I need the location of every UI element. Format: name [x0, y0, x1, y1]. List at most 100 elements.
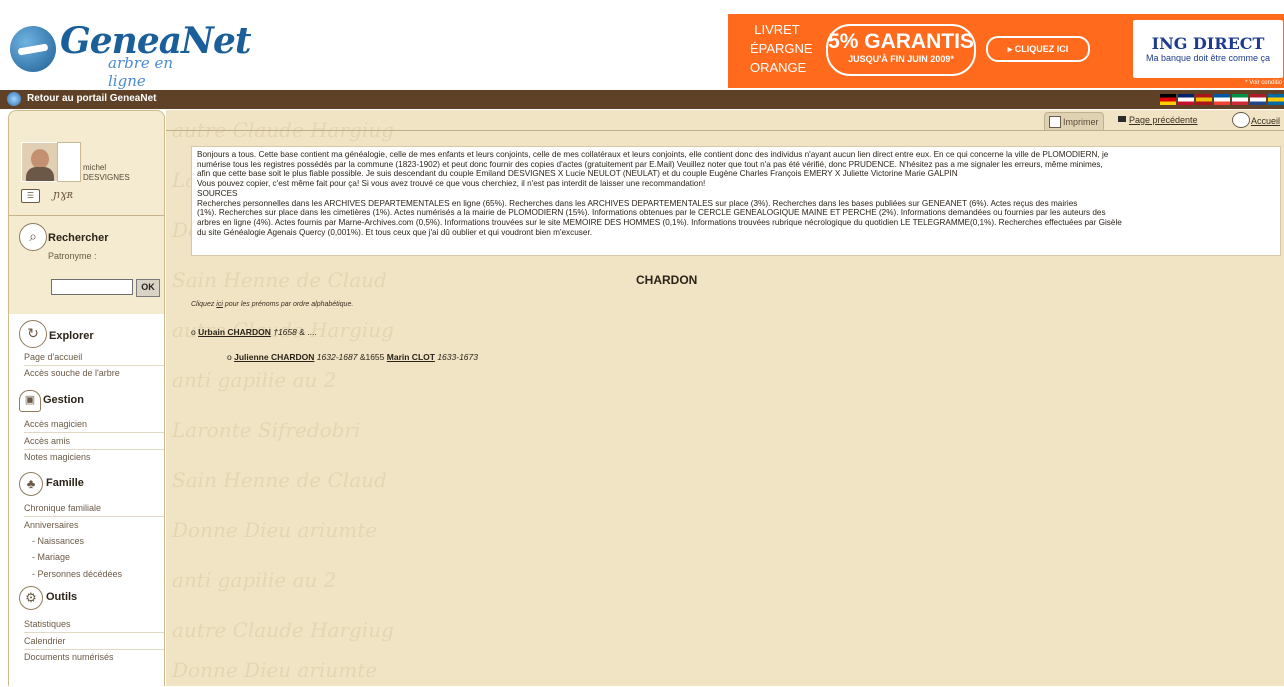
bg-script-8: Sain Henne de Claud [172, 468, 387, 492]
avatar[interactable] [21, 142, 58, 182]
french-flag-icon[interactable] [1214, 94, 1230, 105]
print-label: Imprimer [1063, 117, 1099, 127]
bg-script-10: anti gapilie au 2 [172, 568, 337, 592]
bg-script-11: autre Claude Hargiug [172, 618, 394, 642]
back-arrow-icon [1118, 116, 1126, 122]
person-marin-clot[interactable]: Marin CLOT [387, 352, 435, 362]
intro-line: Bonjours a tous. Cette base contient ma … [197, 150, 1109, 159]
ad-rate-sub: JUSQU'À FIN JUIN 2009* [848, 54, 954, 64]
nav-personnes-decedees[interactable]: - Personnes décédées [32, 566, 172, 582]
alphabetical-hint: Cliquez ici pour les prénoms par ordre a… [191, 301, 353, 308]
home-link[interactable]: Accueil [1251, 116, 1280, 126]
patronym-input[interactable] [51, 279, 133, 295]
owner-name: michel DESVIGNES [83, 163, 130, 183]
nav-acces-magicien[interactable]: Accès magicien [24, 416, 164, 433]
bg-script-7: Laronte Sifredobri [172, 418, 361, 442]
nav-anniversaires[interactable]: Anniversaires [24, 517, 164, 533]
person-julienne-chardon[interactable]: Julienne CHARDON [234, 352, 314, 362]
person-urbain-chardon[interactable]: Urbain CHARDON [198, 327, 271, 337]
german-flag-icon[interactable] [1160, 94, 1176, 105]
tab-divider [166, 130, 1284, 131]
geneanet-logo[interactable]: GeneaNet arbre en ligne [8, 10, 251, 90]
surname-title: CHARDON [636, 273, 698, 287]
ad-rate-bubble: 5% GARANTIS JUSQU'À FIN JUIN 2009* [826, 24, 976, 76]
intro-line: Recherches personnelles dans les ARCHIVE… [197, 198, 1078, 208]
avatar-body [26, 167, 54, 181]
family-tree-icon: ♣ [19, 472, 43, 496]
lock-icon: ▣ [19, 390, 41, 412]
ad-rate: 5% GARANTIS [828, 30, 974, 53]
spanish-flag-icon[interactable] [1196, 94, 1212, 105]
previous-page-link[interactable]: Page précédente [1129, 115, 1198, 125]
intro-line: afin que cette base soit le plus fiable … [197, 169, 958, 179]
print-tab[interactable]: Imprimer [1044, 112, 1104, 130]
marriage-info: & .... [299, 327, 317, 337]
ad-product: LIVRET ÉPARGNE ORANGE [750, 20, 813, 77]
english-flag-icon[interactable] [1178, 94, 1194, 105]
ad-bank-logo: ING DIRECT Ma banque doit être comme ça [1133, 20, 1283, 78]
explore-title: Explorer [49, 330, 94, 342]
intro-line: Vous pouvez copier, c'est même fait pour… [197, 179, 706, 189]
logo-tagline: arbre en ligne [108, 54, 174, 90]
owner-last-name: DESVIGNES [83, 173, 130, 182]
printer-icon [1049, 116, 1061, 128]
dutch-flag-icon[interactable] [1250, 94, 1266, 105]
ok-button[interactable]: OK [136, 279, 160, 297]
intro-line: arbres en ligne (4%). Actes fournis par … [197, 217, 1122, 227]
person-dates: †1658 [273, 327, 297, 337]
tree-bullet: o [191, 327, 196, 337]
italian-flag-icon[interactable] [1232, 94, 1248, 105]
top-nav-bar: Retour au portail GeneaNet [0, 90, 1284, 109]
signature-icon[interactable]: ɲɣʀ [53, 188, 73, 201]
globe-icon [7, 92, 21, 106]
nav-calendrier[interactable]: Calendrier [24, 633, 164, 650]
bg-script-9: Donne Dieu ariumte [172, 518, 378, 542]
outils-title: Outils [46, 591, 78, 603]
hint-pre: Cliquez [191, 301, 217, 308]
tree-entry-1: o Urbain CHARDON †1658 & .... [191, 327, 317, 337]
nav-souche[interactable]: Accès souche de l'arbre [24, 365, 164, 381]
search-title: Rechercher [48, 232, 109, 244]
ad-line-3: ORANGE [750, 60, 807, 75]
ad-cta-button[interactable]: ▸ CLIQUEZ ICI [986, 36, 1090, 62]
alphabetical-link[interactable]: ici [216, 301, 223, 308]
ad-line-1: LIVRET [754, 22, 800, 37]
bg-script-12: Donne Dieu ariumte [172, 658, 378, 682]
hint-post: pour les prénoms par ordre alphabétique. [222, 301, 354, 308]
swedish-flag-icon[interactable] [1268, 94, 1284, 105]
ad-cta-label: CLIQUEZ ICI [1014, 44, 1069, 54]
nav-statistiques[interactable]: Statistiques [24, 616, 164, 633]
tree-bullet: o [227, 352, 232, 362]
page-header: GeneaNet arbre en ligne LIVRET ÉPARGNE O… [0, 0, 1284, 90]
avatar-frame [57, 142, 81, 182]
ad-line-2: ÉPARGNE [750, 41, 813, 56]
owner-first-name: michel [83, 163, 107, 172]
ad-bank-name: ING DIRECT [1151, 34, 1265, 53]
spouse-dates: 1633-1673 [437, 352, 478, 362]
language-flags [1160, 94, 1284, 105]
intro-line: SOURCES [197, 188, 238, 198]
contact-card-icon[interactable]: ☰ [21, 189, 40, 203]
intro-line: numérise tous les registres possédés par… [197, 159, 1103, 169]
patronym-label: Patronyme : [48, 251, 97, 261]
main-content: autre Claude Hargiug Laronte Sifredobri … [166, 110, 1284, 686]
ad-note: * Voir conditio [1245, 80, 1282, 86]
nav-chronique[interactable]: Chronique familiale [24, 500, 164, 517]
home-icon [1232, 112, 1250, 128]
nav-page-accueil[interactable]: Page d'accueil [24, 349, 164, 366]
bg-script-6: anti gapilie au 2 [172, 368, 337, 392]
tools-icon: ⚙ [19, 586, 43, 610]
nav-acces-amis[interactable]: Accès amis [24, 433, 164, 450]
portal-link[interactable]: Retour au portail GeneaNet [27, 93, 156, 104]
nav-documents-numerises[interactable]: Documents numérisés [24, 649, 164, 665]
magnifier-icon: ⌕ [19, 223, 47, 251]
nav-notes-magiciens[interactable]: Notes magiciens [24, 449, 164, 465]
profile-card: michel DESVIGNES ☰ ɲɣʀ [9, 121, 164, 216]
intro-text: Bonjours a tous. Cette base contient ma … [191, 146, 1281, 256]
famille-title: Famille [46, 477, 84, 489]
nav-naissances[interactable]: - Naissances [32, 533, 172, 549]
ad-banner[interactable]: LIVRET ÉPARGNE ORANGE 5% GARANTIS JUSQU'… [728, 14, 1284, 88]
tree-entry-2: o Julienne CHARDON 1632-1687 &1655 Marin… [227, 352, 478, 362]
intro-line: du site Généalogie Agenais Quercy (0,001… [197, 227, 592, 237]
nav-mariage[interactable]: - Mariage [32, 549, 172, 565]
